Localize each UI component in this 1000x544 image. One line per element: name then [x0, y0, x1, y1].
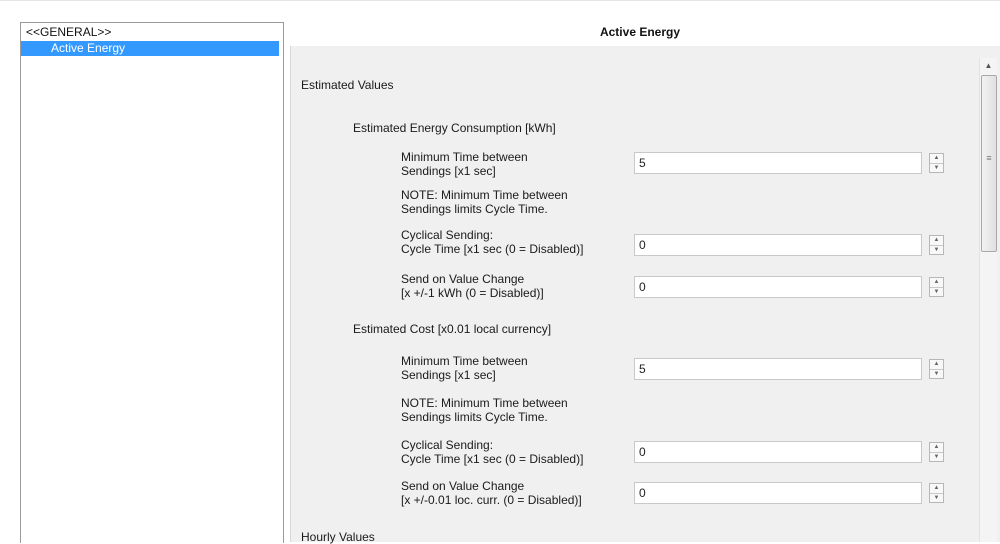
spinner-up-icon[interactable]: ▲ [930, 443, 943, 452]
spinner-up-icon[interactable]: ▲ [930, 154, 943, 163]
vertical-scrollbar[interactable]: ▲ ≡ [979, 58, 997, 542]
cost-value-change-label: Send on Value Change [x +/-0.01 loc. curr… [401, 479, 582, 507]
spinner-up-icon[interactable]: ▲ [930, 360, 943, 369]
scroll-up-icon[interactable]: ▲ [980, 58, 997, 74]
section-estimated-values: Estimated Values [301, 78, 394, 92]
spinner-up-icon[interactable]: ▲ [930, 236, 943, 245]
cost-cyclical-spinner[interactable]: ▲ ▼ [929, 442, 944, 462]
spinner-up-icon[interactable]: ▲ [930, 484, 943, 493]
cost-cyclical-input[interactable]: 0 [634, 441, 922, 463]
cost-value-change-input[interactable]: 0 [634, 482, 922, 504]
spinner-down-icon[interactable]: ▼ [930, 287, 943, 297]
spinner-down-icon[interactable]: ▼ [930, 452, 943, 462]
energy-value-change-input[interactable]: 0 [634, 276, 922, 298]
spinner-down-icon[interactable]: ▼ [930, 245, 943, 255]
spinner-down-icon[interactable]: ▼ [930, 163, 943, 173]
cost-min-time-input[interactable]: 5 [634, 358, 922, 380]
parameters-panel: Estimated Values Estimated Energy Consum… [290, 46, 1000, 544]
scrollbar-thumb[interactable]: ≡ [981, 75, 997, 252]
cost-value-change-spinner[interactable]: ▲ ▼ [929, 483, 944, 503]
energy-cyclical-spinner[interactable]: ▲ ▼ [929, 235, 944, 255]
cost-cyclical-label: Cyclical Sending: Cycle Time [x1 sec (0 =… [401, 438, 584, 466]
energy-note: NOTE: Minimum Time between Sendings limit… [401, 188, 568, 216]
navigation-tree: <<GENERAL>> Active Energy [20, 22, 284, 543]
cost-min-time-label: Minimum Time between Sendings [x1 sec] [401, 354, 528, 382]
cost-min-time-spinner[interactable]: ▲ ▼ [929, 359, 944, 379]
section-energy-consumption: Estimated Energy Consumption [kWh] [353, 121, 556, 135]
cost-note: NOTE: Minimum Time between Sendings limit… [401, 396, 568, 424]
spinner-down-icon[interactable]: ▼ [930, 369, 943, 379]
energy-value-change-spinner[interactable]: ▲ ▼ [929, 277, 944, 297]
tree-item-active-energy[interactable]: Active Energy [21, 41, 279, 56]
window-top-border [0, 0, 1000, 9]
spinner-down-icon[interactable]: ▼ [930, 493, 943, 503]
grip-icon: ≡ [986, 153, 992, 163]
page-title: Active Energy [599, 25, 681, 39]
energy-min-time-input[interactable]: 5 [634, 152, 922, 174]
spinner-up-icon[interactable]: ▲ [930, 278, 943, 287]
energy-value-change-label: Send on Value Change [x +/-1 kWh (0 = Dis… [401, 272, 544, 300]
energy-cyclical-label: Cyclical Sending: Cycle Time [x1 sec (0 =… [401, 228, 584, 256]
tree-item-general[interactable]: <<GENERAL>> [26, 25, 111, 40]
energy-min-time-label: Minimum Time between Sendings [x1 sec] [401, 150, 528, 178]
section-estimated-cost: Estimated Cost [x0.01 local currency] [353, 322, 552, 336]
energy-min-time-spinner[interactable]: ▲ ▼ [929, 153, 944, 173]
energy-cyclical-input[interactable]: 0 [634, 234, 922, 256]
